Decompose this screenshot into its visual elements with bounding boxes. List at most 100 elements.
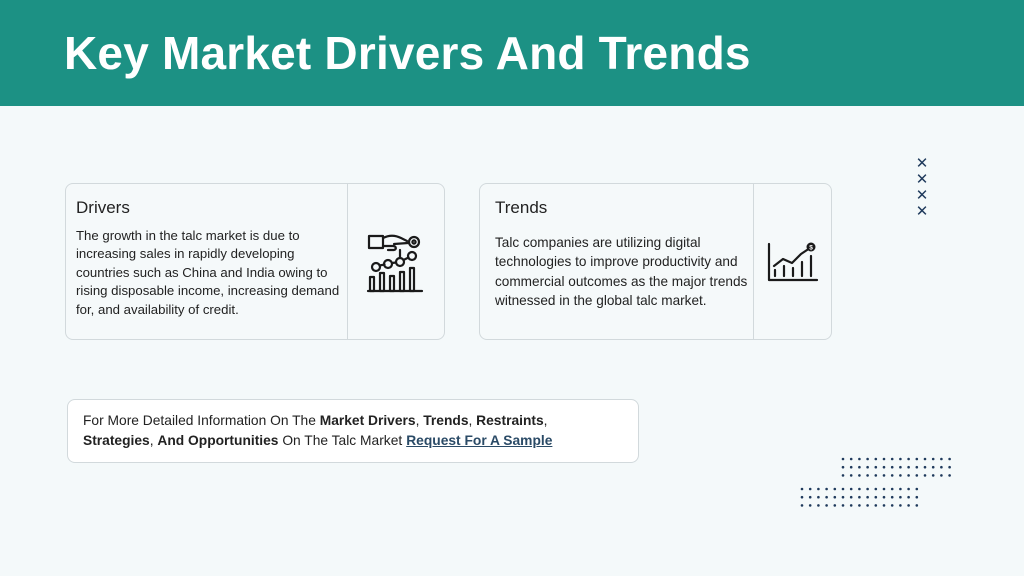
decorative-dot xyxy=(899,495,902,499)
decorative-dot xyxy=(817,487,820,491)
decorative-dot-grid-upper xyxy=(840,456,952,486)
decorative-dot xyxy=(915,487,919,491)
drivers-text: The growth in the talc market is due to … xyxy=(76,228,340,317)
decorative-dot xyxy=(866,465,869,469)
cross-icon: ✕ xyxy=(915,203,929,220)
decorative-dot xyxy=(833,487,837,491)
decorative-dot xyxy=(940,465,943,469)
decorative-dot xyxy=(915,465,919,469)
request-sample-link[interactable]: Request For A Sample xyxy=(406,433,552,448)
decorative-dot xyxy=(858,504,861,507)
decorative-dot xyxy=(825,495,828,499)
decorative-dot xyxy=(923,465,927,469)
dollar-bar-chart-icon: $ xyxy=(767,242,818,281)
decorative-dot xyxy=(915,474,919,477)
decorative-dot xyxy=(858,487,861,491)
decorative-dot xyxy=(931,465,935,469)
decorative-dot xyxy=(890,487,894,491)
info-lead: For More Detailed Information On The xyxy=(83,413,320,428)
decorative-dot xyxy=(849,495,853,499)
decorative-dot xyxy=(841,465,845,469)
decorative-dot xyxy=(874,504,878,507)
decorative-dot xyxy=(890,495,894,499)
decorative-dot xyxy=(841,495,845,499)
more-info-text: For More Detailed Information On The Mar… xyxy=(83,411,623,451)
decorative-dot xyxy=(841,457,845,461)
decorative-dot xyxy=(890,457,894,461)
decorative-dot xyxy=(899,504,902,507)
drivers-card-body: Drivers The growth in the talc market is… xyxy=(66,184,348,339)
decorative-dot xyxy=(849,465,853,469)
decorative-dot xyxy=(907,504,910,507)
decorative-dot xyxy=(808,504,812,507)
decorative-dot xyxy=(808,487,812,491)
decorative-dot xyxy=(882,474,886,477)
decorative-dot xyxy=(907,487,910,491)
decorative-dot xyxy=(817,495,820,499)
decorative-dot xyxy=(858,457,861,461)
decorative-dot xyxy=(841,487,845,491)
info-strategies: Strategies xyxy=(83,433,150,448)
decorative-dot xyxy=(866,457,869,461)
decorative-dot xyxy=(890,465,894,469)
decorative-dot xyxy=(907,465,910,469)
info-tail: On The Talc Market xyxy=(278,433,403,448)
decorative-dot xyxy=(948,457,951,461)
decorative-dot xyxy=(923,474,927,477)
more-info-box: For More Detailed Information On The Mar… xyxy=(67,399,639,463)
page-title: Key Market Drivers And Trends xyxy=(64,27,751,79)
decorative-dot xyxy=(940,474,943,477)
decorative-dot-grid-lower xyxy=(799,486,923,516)
decorative-dot xyxy=(931,457,935,461)
decorative-dot xyxy=(915,495,919,499)
decorative-dot xyxy=(882,487,886,491)
decorative-dot xyxy=(825,504,828,507)
decorative-dot xyxy=(874,487,878,491)
decorative-dot xyxy=(899,457,902,461)
svg-text:$: $ xyxy=(809,244,813,251)
decorative-dot xyxy=(915,457,919,461)
trends-card-body: Trends Talc companies are utilizing digi… xyxy=(480,184,754,339)
decorative-dot xyxy=(874,495,878,499)
info-opportunities: And Opportunities xyxy=(157,433,279,448)
decorative-dot xyxy=(825,487,828,491)
decorative-dot xyxy=(882,495,886,499)
trends-title: Trends xyxy=(495,198,548,217)
decorative-dot xyxy=(858,474,861,477)
decorative-dot xyxy=(899,487,902,491)
header-bar: Key Market Drivers And Trends xyxy=(0,0,1024,106)
trends-text: Talc companies are utilizing digital tec… xyxy=(495,235,748,309)
decorative-dot xyxy=(948,465,951,469)
decorative-dot xyxy=(833,504,837,507)
decorative-dot xyxy=(948,474,951,477)
decorative-dot xyxy=(849,457,853,461)
decorative-dot xyxy=(800,487,804,491)
decorative-dot xyxy=(841,474,845,477)
decorative-dot xyxy=(890,474,894,477)
decorative-dot xyxy=(874,474,878,477)
decorative-dot xyxy=(907,474,910,477)
decorative-dot xyxy=(858,465,861,469)
decorative-dot xyxy=(915,504,919,507)
cross-icon: ✕ xyxy=(915,187,929,204)
decorative-dot xyxy=(907,457,910,461)
cross-icon: ✕ xyxy=(915,155,929,172)
decorative-dot xyxy=(882,457,886,461)
drivers-icon-cell xyxy=(347,184,444,339)
cross-icon: ✕ xyxy=(915,171,929,188)
info-sep: , xyxy=(543,413,548,428)
decorative-dot xyxy=(899,465,902,469)
decorative-dot xyxy=(866,495,869,499)
info-restraints: Restraints xyxy=(476,413,544,428)
decorative-dot xyxy=(907,495,910,499)
info-trends: Trends xyxy=(423,413,469,428)
decorative-dot xyxy=(866,487,869,491)
decorative-dot xyxy=(923,457,927,461)
decorative-dot xyxy=(800,495,804,499)
decorative-dot xyxy=(899,474,902,477)
decorative-dot xyxy=(874,457,878,461)
decorative-dot xyxy=(849,487,853,491)
decorative-dot xyxy=(849,504,853,507)
decorative-dot xyxy=(874,465,878,469)
drivers-card: Drivers The growth in the talc market is… xyxy=(65,183,445,340)
